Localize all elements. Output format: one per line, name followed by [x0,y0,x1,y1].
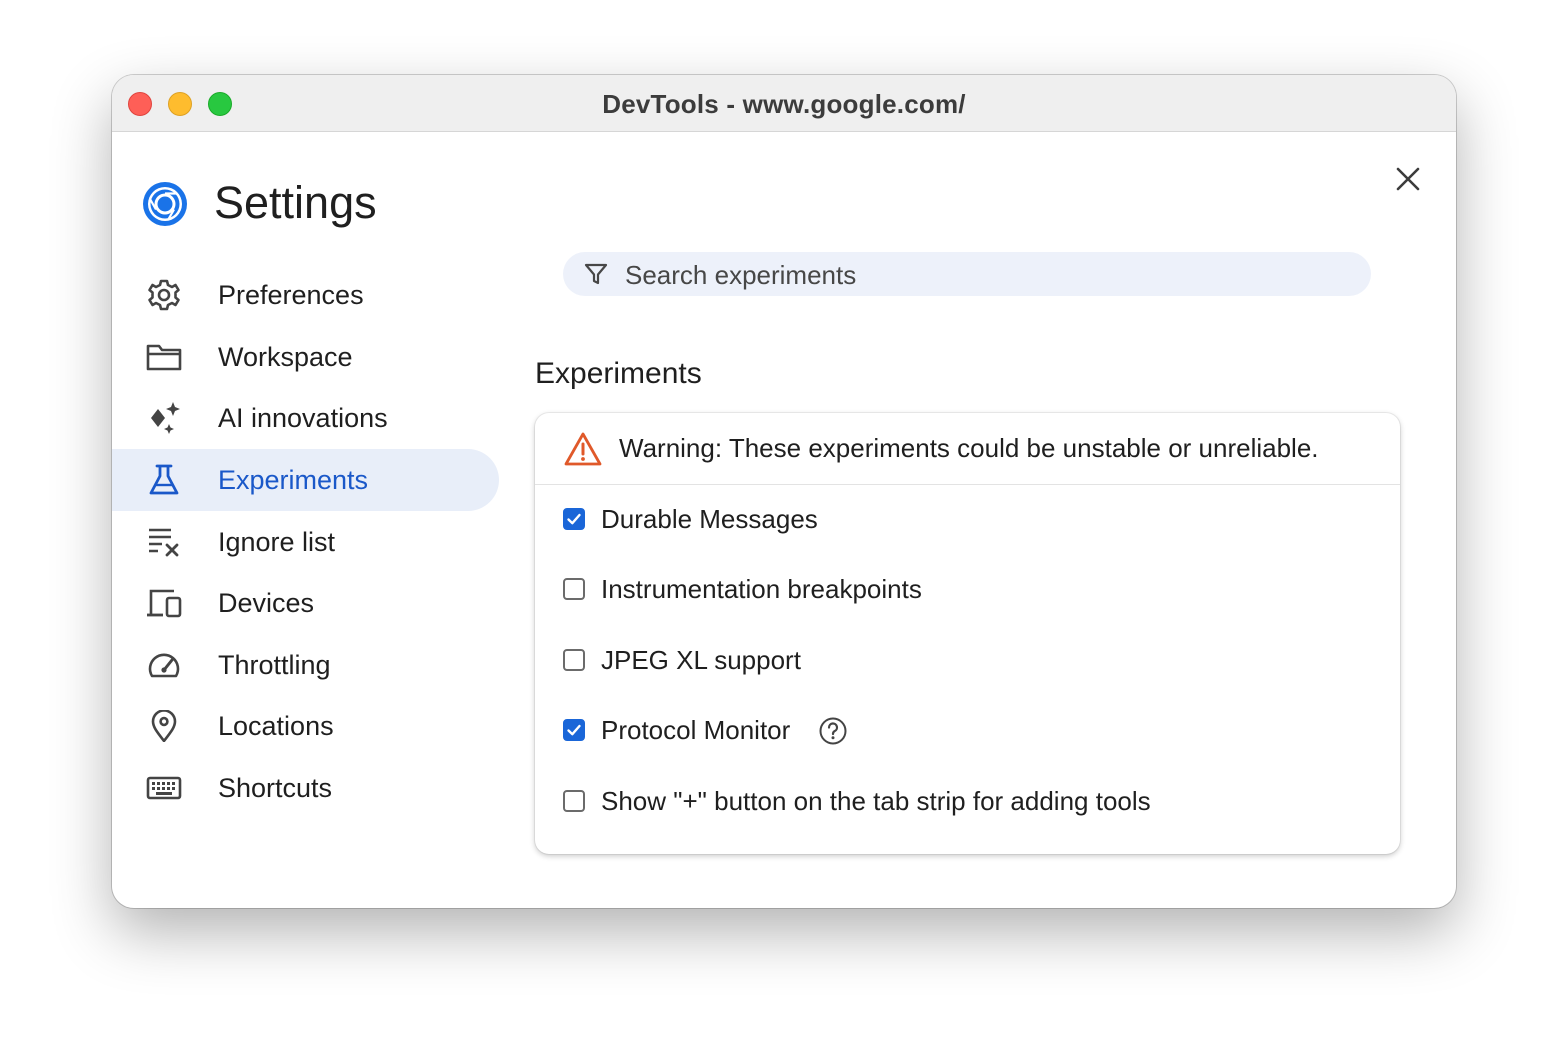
sidebar-item-throttling[interactable]: Throttling [112,634,499,696]
experiment-row-tab-strip-plus-button: Show "+" button on the tab strip for add… [535,779,1400,829]
checkmark-icon [567,513,581,525]
warning-icon [564,432,602,466]
sidebar-item-label: AI innovations [218,403,388,433]
devices-icon [147,589,182,618]
location-pin-icon [151,710,177,742]
jpeg-xl-support-checkbox[interactable] [563,649,585,671]
sidebar-item-label: Throttling [218,650,331,680]
experiments-section-title: Experiments [535,357,702,390]
experiment-label: Durable Messages [601,504,818,534]
sidebar-item-label: Experiments [218,465,369,495]
sidebar-item-label: Shortcuts [218,773,333,803]
gear-icon [148,279,180,311]
sidebar-item-label: Preferences [218,280,364,310]
sidebar-item-shortcuts[interactable]: Shortcuts [112,757,499,819]
window-title: DevTools - www.google.com/ [602,89,966,119]
experiment-label: Show "+" button on the tab strip for add… [601,786,1151,816]
experiment-label: Protocol Monitor [601,715,791,745]
settings-title: Settings [214,177,377,228]
devtools-logo-icon [143,182,187,226]
experiment-row-protocol-monitor: Protocol Monitor [535,708,1400,758]
sidebar-item-locations[interactable]: Locations [112,695,499,757]
experiment-label: JPEG XL support [601,645,801,675]
sidebar-item-ai-innovations[interactable]: AI innovations [112,387,499,449]
warning-banner: Warning: These experiments could be unst… [535,413,1400,485]
help-icon[interactable] [819,717,847,745]
warning-text: Warning: These experiments could be unst… [619,433,1319,463]
experiment-row-jpeg-xl-support: JPEG XL support [535,638,1400,688]
protocol-monitor-checkbox[interactable] [563,719,585,741]
sidebar-item-label: Ignore list [218,527,336,557]
search-placeholder: Search experiments [625,260,857,290]
instrumentation-breakpoints-checkbox[interactable] [563,578,585,600]
ignore-list-icon [149,528,179,557]
flask-icon [149,464,179,495]
speedometer-icon [148,653,180,678]
experiment-row-instrumentation-breakpoints: Instrumentation breakpoints [535,567,1400,617]
devtools-window: DevTools - www.google.com/ Settings Pref… [112,75,1456,908]
filter-icon [584,263,608,285]
experiment-label: Instrumentation breakpoints [601,574,922,604]
sidebar-item-label: Workspace [218,342,353,372]
folder-icon [146,344,182,371]
durable-messages-checkbox[interactable] [563,508,585,530]
tab-strip-plus-button-checkbox[interactable] [563,790,585,812]
search-experiments-input[interactable]: Search experiments [563,252,1371,296]
experiment-row-durable-messages: Durable Messages [535,497,1400,547]
sparkle-icon [151,402,180,434]
sidebar-item-label: Locations [218,711,334,741]
keyboard-icon [146,776,182,800]
title-bar: DevTools - www.google.com/ [112,75,1456,132]
experiments-card: Warning: These experiments could be unst… [535,413,1400,854]
close-icon [1396,167,1420,191]
checkmark-icon [567,724,581,736]
sidebar-item-devices[interactable]: Devices [112,572,499,634]
sidebar-item-ignore-list[interactable]: Ignore list [112,511,499,573]
close-settings-button[interactable] [1392,163,1424,195]
sidebar-item-experiments[interactable]: Experiments [112,449,499,511]
sidebar-item-preferences[interactable]: Preferences [112,264,499,326]
sidebar-item-label: Devices [218,588,315,618]
sidebar-item-workspace[interactable]: Workspace [112,326,499,388]
